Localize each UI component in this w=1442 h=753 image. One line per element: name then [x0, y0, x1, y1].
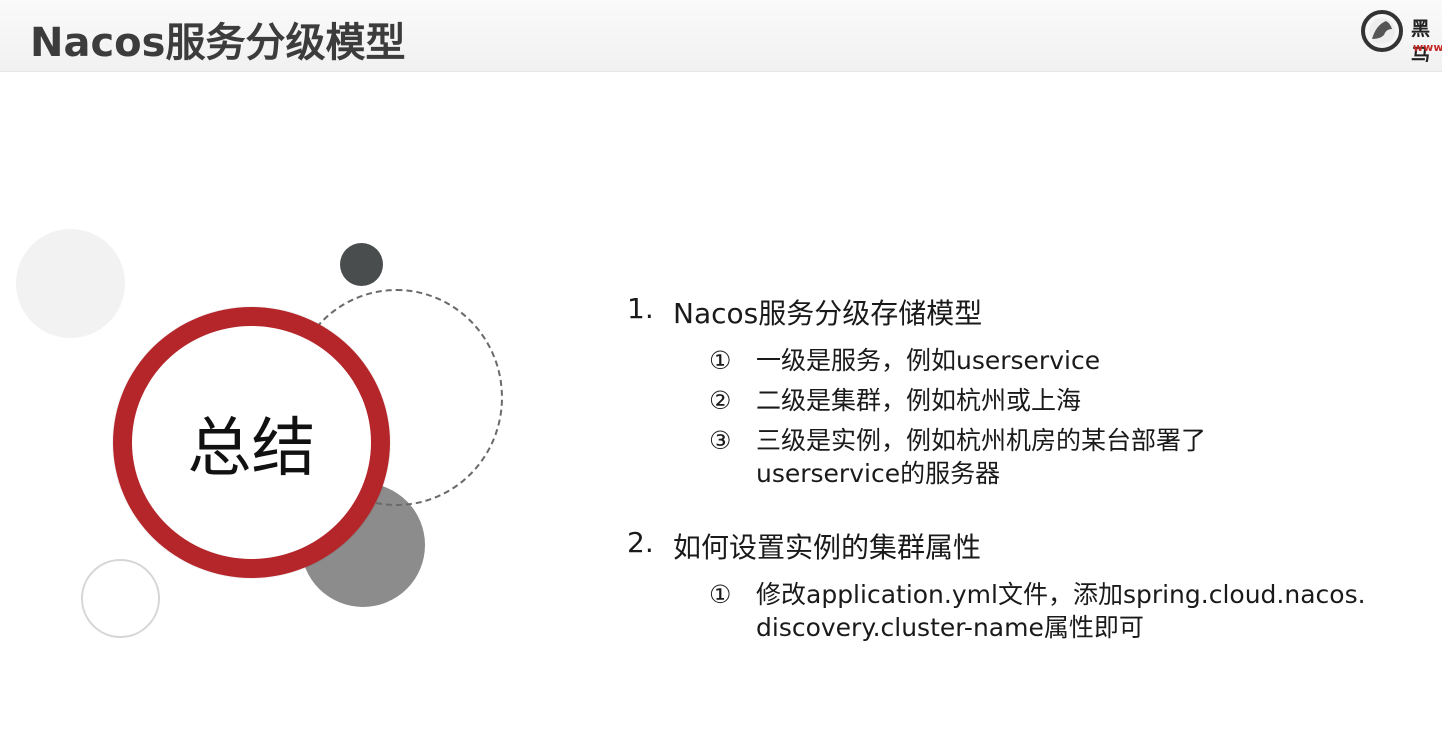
sub-item-mark: ① [709, 580, 732, 609]
decorative-light-circle [16, 229, 125, 338]
item-number: 2. [627, 526, 654, 559]
slide-header: Nacos服务分级模型 黑马 www [0, 0, 1442, 72]
brand-logo: 黑马 www [1358, 6, 1442, 62]
horse-logo-icon [1361, 10, 1403, 52]
sub-item-mark: ③ [709, 426, 732, 455]
sub-item-text: 一级是服务，例如userservice [756, 346, 1101, 375]
logo-subtext: www [1413, 41, 1442, 54]
slide-title: Nacos服务分级模型 [30, 20, 406, 66]
decorative-dark-circle [340, 243, 383, 286]
sub-item-mark: ① [709, 346, 732, 375]
sub-item-mark: ② [709, 386, 732, 415]
sub-item-text: 修改application.yml文件，添加spring.cloud.nacos… [756, 580, 1366, 642]
item-number: 1. [627, 292, 654, 325]
summary-label: 总结 [187, 411, 316, 486]
logo-text: 黑马 [1411, 18, 1431, 62]
item-text: 如何设置实例的集群属性 [673, 531, 982, 564]
item-text: Nacos服务分级存储模型 [673, 297, 983, 330]
sub-item-text: 二级是集群，例如杭州或上海 [756, 386, 1082, 415]
sub-item-text: 三级是实例，例如杭州机房的某台部署了userservice的服务器 [756, 426, 1207, 488]
